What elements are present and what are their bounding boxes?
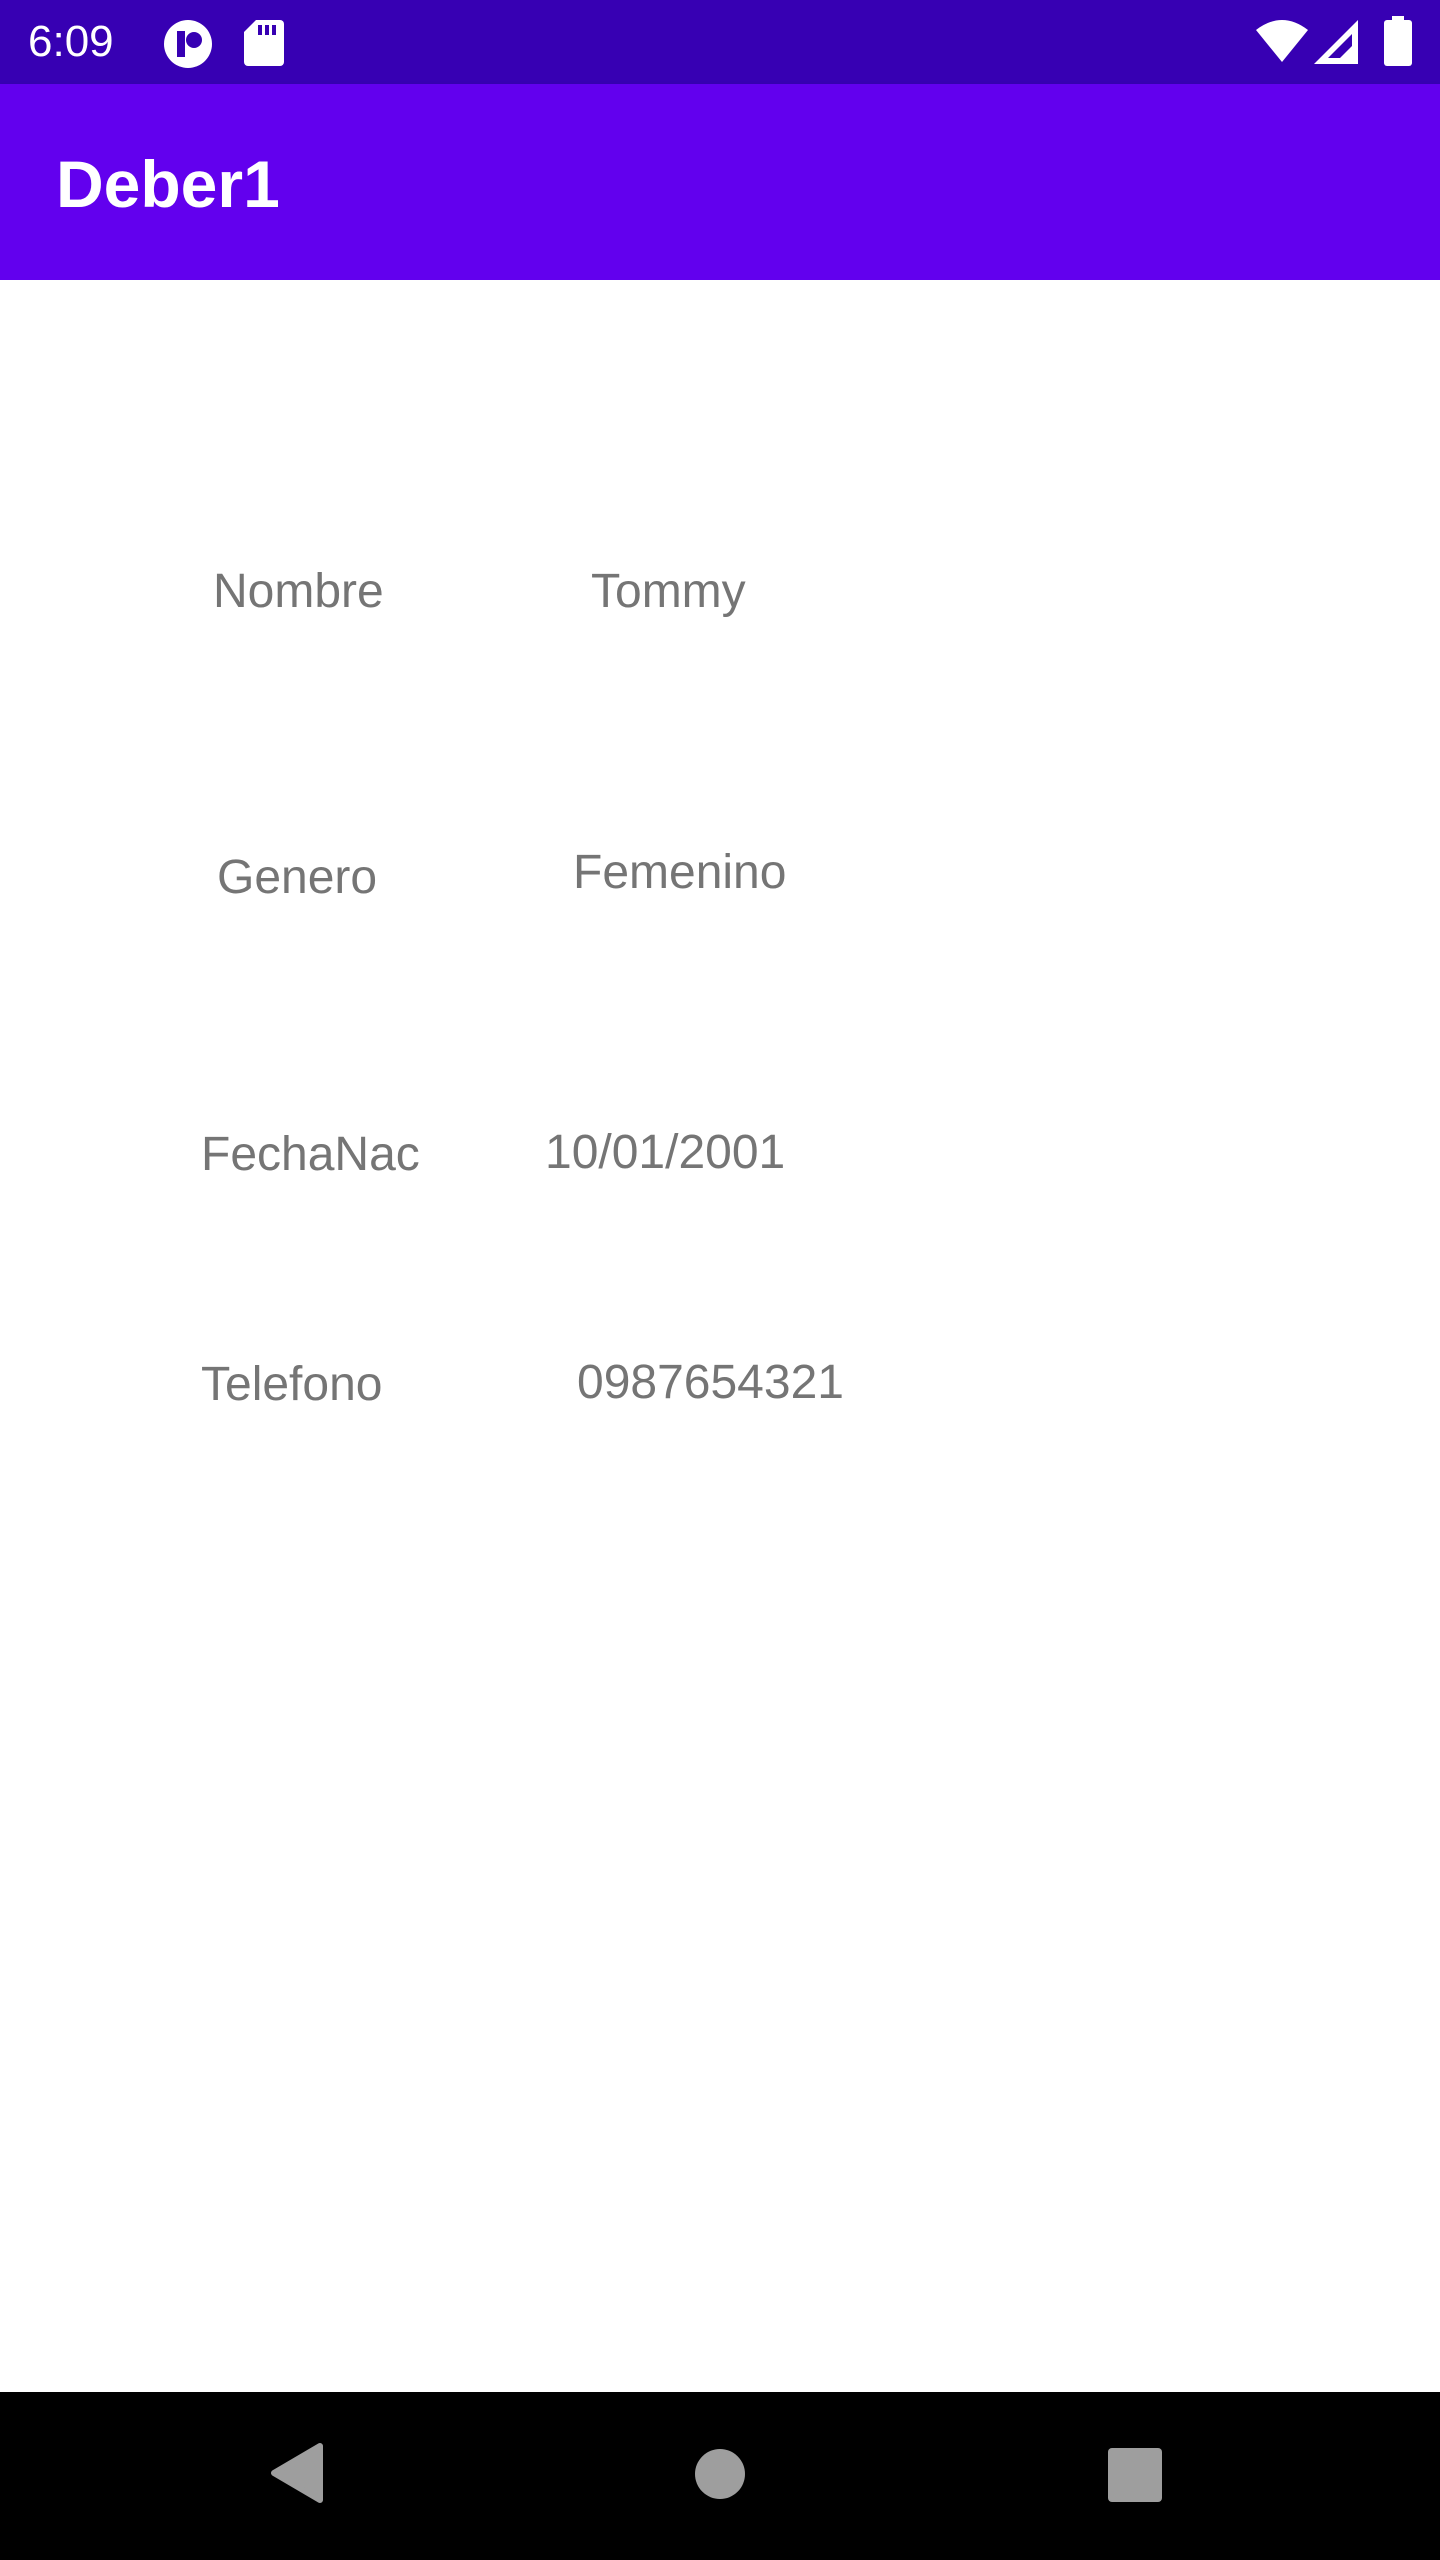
telefono-label: Telefono xyxy=(201,1358,383,1411)
recents-icon[interactable] xyxy=(1108,2448,1162,2502)
battery-icon xyxy=(1384,16,1412,66)
app-bar: Deber1 xyxy=(0,84,1440,280)
wifi-icon xyxy=(1256,20,1308,62)
app-title: Deber1 xyxy=(56,147,280,221)
status-time: 6:09 xyxy=(28,17,114,66)
nombre-label: Nombre xyxy=(213,565,384,618)
fecha-nac-label: FechaNac xyxy=(201,1128,420,1181)
home-icon[interactable] xyxy=(694,2448,746,2500)
genero-value: Femenino xyxy=(573,846,787,899)
fecha-nac-value: 10/01/2001 xyxy=(545,1126,786,1179)
content-area: Nombre Tommy Genero Femenino FechaNac 10… xyxy=(0,280,1440,2392)
cell-signal-icon xyxy=(1314,20,1358,64)
genero-label: Genero xyxy=(217,851,378,904)
navigation-bar xyxy=(0,2392,1440,2560)
back-icon[interactable] xyxy=(268,2442,326,2504)
nombre-value: Tommy xyxy=(591,565,746,618)
telefono-value: 0987654321 xyxy=(577,1356,844,1409)
sd-card-icon xyxy=(244,20,284,66)
notification-app-icon xyxy=(164,20,212,68)
status-bar: 6:09 xyxy=(0,0,1440,84)
